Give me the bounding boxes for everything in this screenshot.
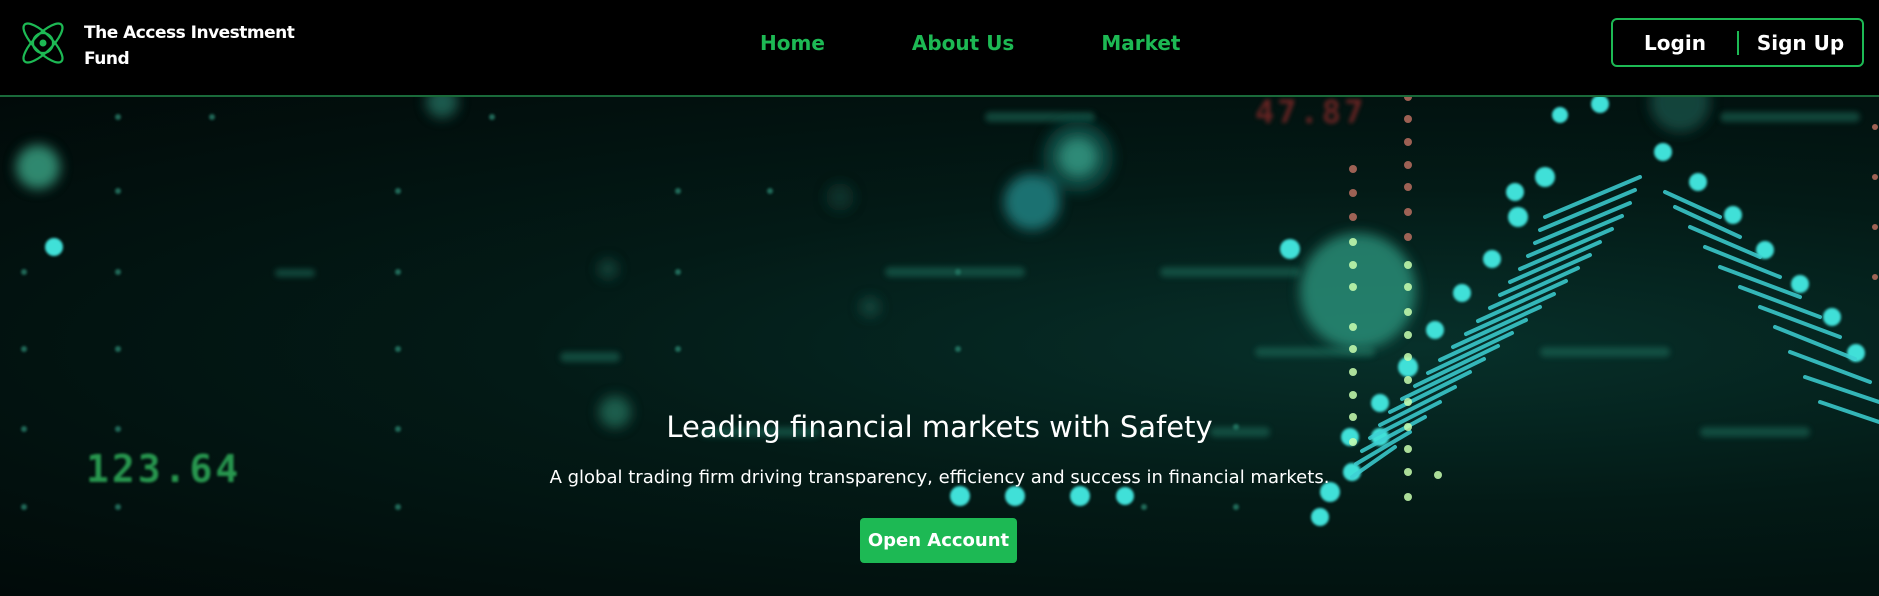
nav-link-market[interactable]: Market: [1101, 31, 1180, 55]
main-nav: Home About Us Market: [760, 31, 1181, 55]
readout-top: 47.87: [1255, 97, 1367, 131]
atom-icon: [22, 22, 64, 64]
hero-section: 123.64 47.87 Leading financial markets w…: [0, 97, 1879, 596]
hero-title: Leading financial markets with Safety: [666, 410, 1213, 444]
open-account-button[interactable]: Open Account: [860, 518, 1017, 563]
nav-link-about-us[interactable]: About Us: [912, 31, 1014, 55]
hero-subtitle: A global trading firm driving transparen…: [549, 467, 1330, 488]
signup-button[interactable]: Sign Up: [1739, 31, 1862, 55]
login-button[interactable]: Login: [1613, 31, 1737, 55]
brand[interactable]: The Access Investment Fund: [14, 14, 299, 72]
auth-button-group: Login Sign Up: [1611, 18, 1864, 67]
top-navbar: The Access Investment Fund Home About Us…: [0, 0, 1879, 97]
nav-link-home[interactable]: Home: [760, 31, 825, 55]
brand-name: The Access Investment Fund: [84, 23, 295, 69]
